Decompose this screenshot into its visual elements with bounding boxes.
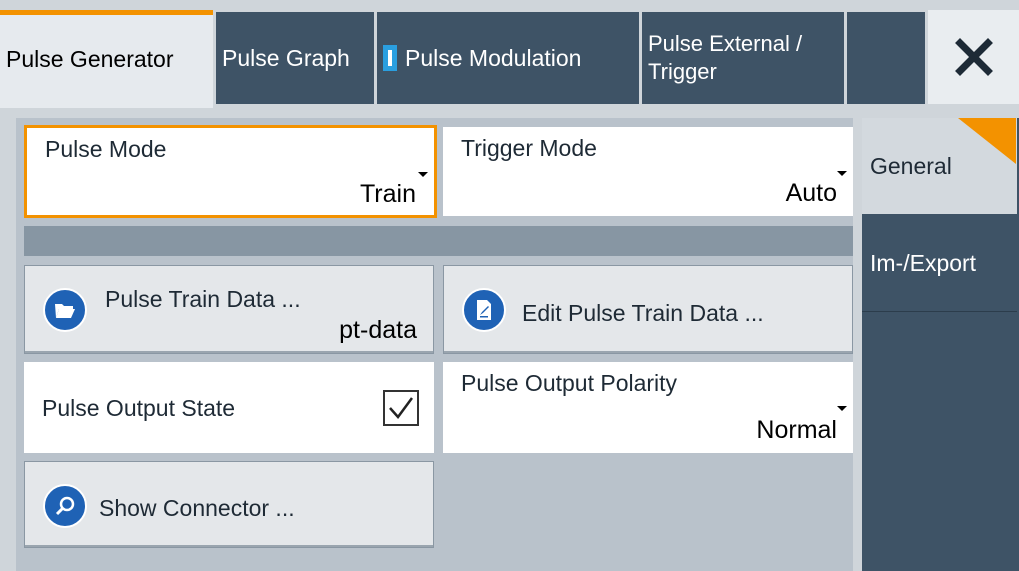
close-icon [954,38,993,76]
edit-document-icon [462,288,506,332]
trigger-mode-value: Auto [785,179,837,207]
pulse-output-state-row: Pulse Output State [24,362,434,453]
dropdown-arrow-icon [837,171,847,176]
show-connector-button[interactable]: Show Connector ... [24,461,434,548]
magnifier-icon [43,484,87,528]
pulse-train-data-label: Pulse Train Data ... [105,286,301,312]
pulse-output-state-checkbox[interactable] [383,390,419,426]
checkmark-icon [389,397,414,419]
separator-bar [24,226,853,256]
pulse-train-data-value: pt-data [339,316,417,344]
trigger-mode-dropdown[interactable]: Trigger Mode Auto [443,127,853,216]
close-button[interactable] [928,10,1019,104]
folder-open-icon [43,288,87,332]
tab-label: Pulse Generator [6,45,174,72]
dropdown-arrow-icon [418,172,428,177]
pulse-output-polarity-label: Pulse Output Polarity [461,370,678,396]
pulse-mode-label: Pulse Mode [45,136,167,162]
pulse-output-state-label: Pulse Output State [42,395,236,421]
edit-pulse-train-data-button[interactable]: Edit Pulse Train Data ... [443,265,853,354]
active-side-tab-indicator [958,118,1016,164]
trigger-mode-label: Trigger Mode [461,135,597,161]
tab-empty [847,12,925,104]
tab-pulse-external-trigger[interactable]: Pulse External / Trigger [642,12,844,104]
pulse-mode-value: Train [359,180,416,208]
pulse-output-polarity-dropdown[interactable]: Pulse Output Polarity Normal [443,362,853,453]
tab-pulse-graph[interactable]: Pulse Graph [216,12,374,104]
tab-label: Pulse Graph [222,44,350,71]
show-connector-label: Show Connector ... [99,495,295,521]
tab-label: Pulse Modulation [405,44,582,71]
tab-pulse-modulation[interactable]: Pulse Modulation [377,12,639,104]
side-tab-label: Im-/Export [870,250,977,276]
side-tab-im-export[interactable]: Im-/Export [862,216,1017,312]
pulse-mode-dropdown[interactable]: Pulse Mode Train [24,125,437,218]
tab-pulse-generator[interactable]: Pulse Generator [0,10,213,108]
edit-pulse-train-data-label: Edit Pulse Train Data ... [522,300,764,326]
dropdown-arrow-icon [837,406,847,411]
side-tab-label: General [870,152,952,179]
tab-label-line2: Trigger [648,59,717,84]
tab-label-line1: Pulse External / [648,31,803,56]
active-tab-indicator [0,10,213,15]
pulse-train-data-button[interactable]: Pulse Train Data ... pt-data [24,265,434,354]
pulse-output-polarity-value: Normal [756,416,837,444]
modulation-state-icon [383,45,397,71]
